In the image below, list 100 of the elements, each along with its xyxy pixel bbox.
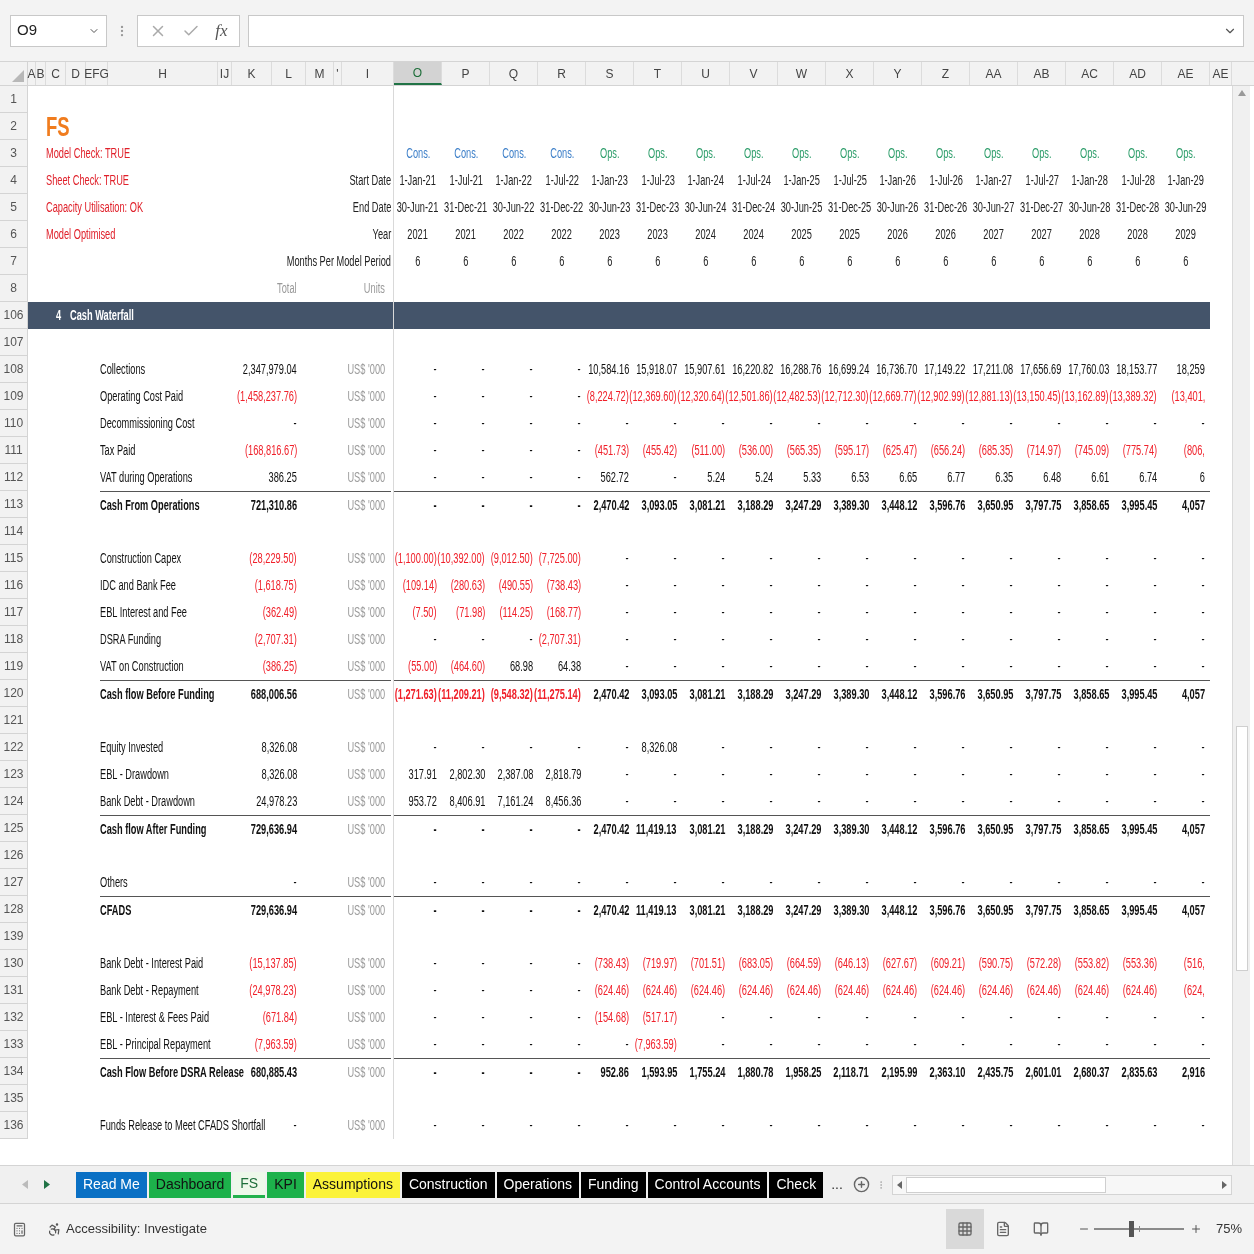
row-number[interactable]: 125 — [0, 815, 28, 842]
row-number[interactable]: 115 — [0, 545, 28, 572]
scroll-right-icon[interactable] — [1222, 1180, 1227, 1189]
sheet-tab[interactable]: Read Me — [76, 1171, 147, 1198]
column-header[interactable]: X — [826, 62, 874, 85]
column-header[interactable]: Z — [922, 62, 970, 85]
column-header[interactable]: P — [442, 62, 490, 85]
column-header[interactable]: Q — [490, 62, 538, 85]
page-break-icon[interactable] — [1032, 1221, 1049, 1237]
zoom-in-icon[interactable] — [1189, 1223, 1202, 1235]
row-number[interactable]: 120 — [0, 680, 28, 707]
sheet-tab[interactable]: Assumptions — [305, 1171, 400, 1198]
column-header[interactable]: AE — [1210, 62, 1232, 85]
add-sheet-icon[interactable] — [852, 1176, 870, 1193]
column-header[interactable]: ' — [334, 62, 342, 85]
zoom-level[interactable]: 75% — [1215, 1219, 1242, 1239]
formula-input[interactable] — [248, 14, 1244, 47]
row-number[interactable]: 122 — [0, 734, 28, 761]
row-number[interactable]: 6 — [0, 221, 28, 248]
column-header[interactable]: R — [538, 62, 586, 85]
scroll-left-icon[interactable] — [896, 1180, 902, 1189]
row-number[interactable]: 121 — [0, 707, 28, 734]
column-header[interactable]: A — [28, 62, 36, 85]
sheet-tab[interactable]: FS — [233, 1171, 266, 1198]
column-header[interactable]: EFG — [86, 62, 108, 85]
column-header[interactable]: AC — [1066, 62, 1114, 85]
sheet-tab[interactable]: Check — [769, 1171, 824, 1198]
column-header[interactable]: AD — [1114, 62, 1162, 85]
next-sheet-icon[interactable] — [44, 1180, 50, 1189]
column-header[interactable]: H — [108, 62, 218, 85]
row-number[interactable]: 132 — [0, 1004, 28, 1031]
row-number[interactable]: 111 — [0, 437, 28, 464]
column-header[interactable]: C — [46, 62, 66, 85]
more-sheets-button[interactable]: ... — [831, 1174, 843, 1195]
column-header[interactable]: L — [272, 62, 306, 85]
accessibility-icon[interactable] — [47, 1221, 62, 1237]
row-number[interactable]: 110 — [0, 410, 28, 437]
column-header[interactable]: IJ — [218, 62, 232, 85]
sheet-tab[interactable]: KPI — [267, 1171, 304, 1198]
column-header[interactable]: S — [586, 62, 634, 85]
page-layout-icon[interactable] — [994, 1221, 1011, 1237]
row-number[interactable]: 123 — [0, 761, 28, 788]
row-number[interactable]: 118 — [0, 626, 28, 653]
column-header[interactable]: Y — [874, 62, 922, 85]
sheet-tab[interactable]: Construction — [401, 1171, 495, 1198]
column-header[interactable]: AB — [1018, 62, 1066, 85]
row-number[interactable]: 7 — [0, 248, 28, 275]
row-number[interactable]: 112 — [0, 464, 28, 491]
row-number[interactable]: 134 — [0, 1058, 28, 1085]
row-number[interactable]: 130 — [0, 950, 28, 977]
row-number[interactable]: 3 — [0, 140, 28, 167]
normal-view-icon[interactable] — [956, 1221, 973, 1237]
column-header[interactable]: B — [36, 62, 46, 85]
scrollbar-thumb[interactable] — [1235, 726, 1248, 971]
row-number[interactable]: 133 — [0, 1031, 28, 1058]
insert-function-button[interactable]: fx — [215, 17, 228, 44]
column-header[interactable]: T — [634, 62, 682, 85]
row-number[interactable]: 126 — [0, 842, 28, 869]
row-number[interactable]: 117 — [0, 599, 28, 626]
row-number[interactable]: 2 — [0, 113, 28, 140]
accessibility-status[interactable]: Accessibility: Investigate — [66, 1219, 207, 1239]
row-number[interactable]: 106 — [0, 302, 28, 329]
row-number[interactable]: 131 — [0, 977, 28, 1004]
column-header[interactable]: M — [306, 62, 334, 85]
row-number[interactable]: 4 — [0, 167, 28, 194]
row-number[interactable]: 116 — [0, 572, 28, 599]
sheet-tab[interactable]: Control Accounts — [647, 1171, 768, 1198]
row-number[interactable]: 5 — [0, 194, 28, 221]
column-header[interactable]: AA — [970, 62, 1018, 85]
row-number[interactable]: 114 — [0, 518, 28, 545]
column-header[interactable]: AE — [1162, 62, 1210, 85]
zoom-thumb[interactable] — [1129, 1221, 1135, 1237]
row-number[interactable]: 135 — [0, 1085, 28, 1112]
row-number[interactable]: 113 — [0, 491, 28, 518]
column-header[interactable]: K — [232, 62, 272, 85]
row-number[interactable]: 127 — [0, 869, 28, 896]
column-header[interactable]: D — [66, 62, 86, 85]
sheet-tab[interactable]: Dashboard — [148, 1171, 232, 1198]
row-number[interactable]: 139 — [0, 923, 28, 950]
vertical-scrollbar[interactable] — [1232, 86, 1250, 1165]
row-number[interactable]: 136 — [0, 1112, 28, 1139]
column-header[interactable]: V — [730, 62, 778, 85]
view-button[interactable] — [945, 1209, 984, 1249]
column-header[interactable]: W — [778, 62, 826, 85]
sheet-tab[interactable]: Funding — [581, 1171, 646, 1198]
horizontal-scrollbar[interactable] — [891, 1174, 1232, 1195]
row-number[interactable]: 108 — [0, 356, 28, 383]
row-number[interactable]: 124 — [0, 788, 28, 815]
row-number[interactable]: 8 — [0, 275, 28, 302]
column-header[interactable]: U — [682, 62, 730, 85]
scroll-up-icon[interactable] — [1237, 90, 1246, 96]
column-header[interactable]: O — [394, 62, 442, 85]
row-number[interactable]: 1 — [0, 86, 28, 113]
name-box[interactable]: O9 — [10, 14, 107, 47]
row-number[interactable]: 119 — [0, 653, 28, 680]
scrollbar-thumb[interactable] — [905, 1176, 1106, 1193]
zoom-slider[interactable] — [1093, 1221, 1184, 1237]
row-number[interactable]: 109 — [0, 383, 28, 410]
row-number[interactable]: 107 — [0, 329, 28, 356]
cell-mode-icon[interactable] — [12, 1221, 27, 1237]
